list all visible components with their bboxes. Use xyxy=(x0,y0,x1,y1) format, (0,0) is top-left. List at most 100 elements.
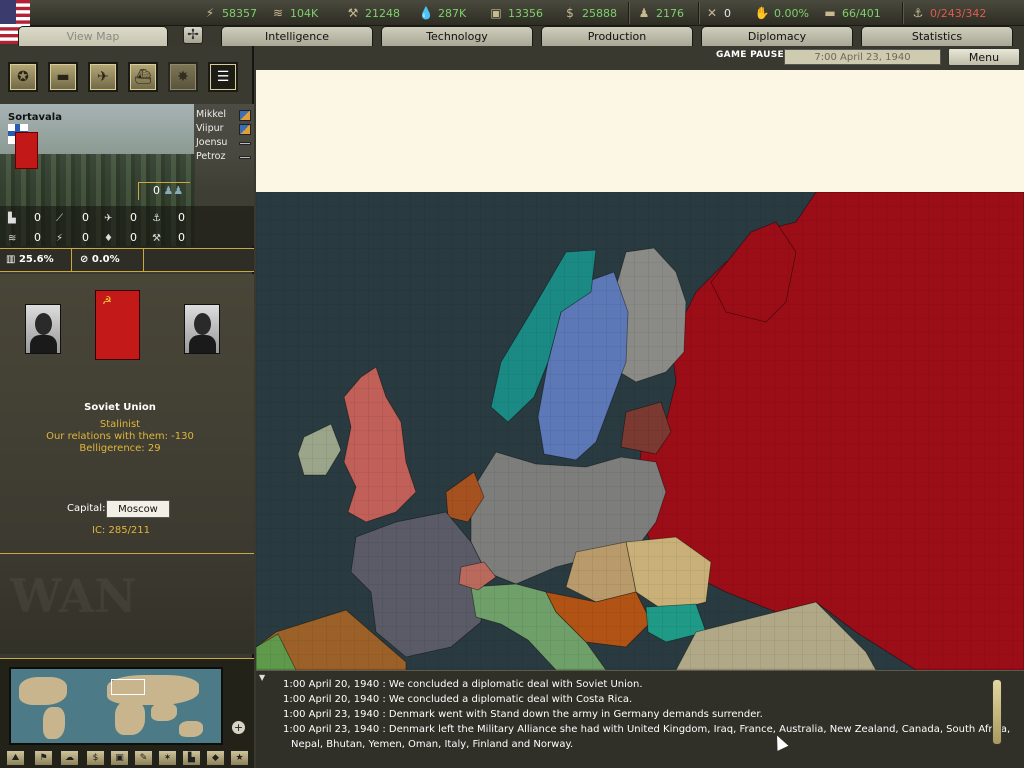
unit-list-button[interactable]: ☰ xyxy=(208,62,238,92)
minimap-panel: + − ⛰ ⚑ ☁ $ ▣ ✎ ✶ ▙ ◆ ★ xyxy=(0,658,254,768)
plane-icon: ✈ xyxy=(97,69,109,85)
rare-materials-icon: ⚒ xyxy=(347,6,359,20)
resource-convoys[interactable]: ▬ 66/401 xyxy=(822,4,881,22)
log-entry: 1:00 April 20, 1940 : We concluded a dip… xyxy=(283,679,643,690)
country-ic: IC: 285/211 xyxy=(92,525,151,536)
list-icon: ☰ xyxy=(216,69,230,85)
land-units-button[interactable]: ✪ xyxy=(8,62,38,92)
weather-mode-icon[interactable]: ☁ xyxy=(60,750,79,766)
resource-oil[interactable]: 💧 287K xyxy=(418,4,467,22)
industry-mode-icon[interactable]: ▙ xyxy=(182,750,201,766)
money-icon: $ xyxy=(566,6,574,20)
naval-units-button[interactable]: ⛴ xyxy=(128,62,158,92)
country-panel: ☭ Soviet Union Stalinist Our relations w… xyxy=(0,274,254,554)
resource-supplies[interactable]: ▣ 13356 xyxy=(488,4,543,22)
infrastructure-value: 25.6% xyxy=(18,254,54,265)
air-units-button[interactable]: ✈ xyxy=(88,62,118,92)
log-entry: 1:00 April 23, 1940 : Denmark went with … xyxy=(283,709,763,720)
resource-rare-materials[interactable]: ⚒ 21248 xyxy=(345,4,400,22)
resource-dissent[interactable]: ✋ 0.00% xyxy=(754,4,809,22)
minimap-land xyxy=(19,677,67,705)
partisan-mode-icon[interactable]: ✶ xyxy=(158,750,177,766)
star-icon: ✸ xyxy=(177,69,189,85)
main-tabs: View Map Intelligence Technology Product… xyxy=(0,26,1024,48)
log-scrollbar[interactable] xyxy=(992,679,1002,745)
supplies-icon: ▣ xyxy=(490,6,502,20)
unit-count-value: 0 xyxy=(153,184,160,197)
resource-value: 0 xyxy=(724,6,731,20)
tab-production[interactable]: Production xyxy=(541,26,693,46)
resource-metal[interactable]: ≋ 104K xyxy=(270,4,318,22)
country-ideology: Stalinist xyxy=(99,419,141,430)
capital-button[interactable]: Moscow xyxy=(106,500,170,518)
minimap-viewport[interactable] xyxy=(111,679,145,695)
neighbor-owner-icon xyxy=(239,156,251,159)
oil-value: 0 xyxy=(130,231,137,244)
minimap-land xyxy=(43,707,65,739)
resource-energy[interactable]: ⚡ 58357 xyxy=(202,4,257,22)
tab-intelligence[interactable]: Intelligence xyxy=(221,26,373,46)
resource-value: 66/401 xyxy=(842,6,881,20)
neighbor-owner-icon xyxy=(239,110,251,121)
supply-mode-icon[interactable]: ▣ xyxy=(110,750,129,766)
minimap[interactable] xyxy=(9,667,223,745)
log-collapse-icon[interactable]: ▼ xyxy=(259,673,265,682)
economy-mode-icon[interactable]: $ xyxy=(86,750,105,766)
neighbor-province[interactable]: Viipur xyxy=(196,123,224,134)
event-log: ▼ 1:00 April 20, 1940 : We concluded a d… xyxy=(256,670,1024,768)
resource-money[interactable]: $25888 xyxy=(562,4,617,22)
tab-diplomacy[interactable]: Diplomacy xyxy=(701,26,853,46)
dissent-icon: ✋ xyxy=(754,6,770,20)
resource-value: 58357 xyxy=(222,6,257,20)
airbase-value: 0 xyxy=(130,211,137,224)
troops-icon: ♟♟ xyxy=(163,184,184,197)
tab-view-map[interactable]: View Map xyxy=(18,26,168,48)
resource-value: 25888 xyxy=(582,6,617,20)
menu-button[interactable]: Menu xyxy=(948,48,1020,66)
resource-transports[interactable]: ✕ 0 xyxy=(704,4,731,22)
neighbor-province[interactable]: Petroz xyxy=(196,151,225,162)
status-bar: GAME PAUSED 7:00 April 23, 1940 Menu xyxy=(254,47,1024,67)
province-unit-count[interactable]: 0 ♟♟ xyxy=(138,182,190,200)
infrastructure-icon: ▥ xyxy=(6,254,16,265)
terrain-mode-icon[interactable]: ⛰ xyxy=(6,750,25,766)
map-mode-toggle-button[interactable]: ✢ xyxy=(183,26,203,44)
tab-technology[interactable]: Technology xyxy=(381,26,533,46)
resource-manpower[interactable]: ♟ 2176 xyxy=(636,4,684,22)
oil-icon: 💧 xyxy=(418,6,434,20)
divider xyxy=(698,2,700,24)
victory-points-mode-icon[interactable]: ★ xyxy=(230,750,249,766)
unit-type-bar: ✪ ▬ ✈ ⛴ ✸ ☰ xyxy=(0,58,254,94)
neighbor-province[interactable]: Mikkel xyxy=(196,109,226,120)
resource-mode-icon[interactable]: ◆ xyxy=(206,750,225,766)
manpower-icon: ♟ xyxy=(638,6,650,20)
port-value: 0 xyxy=(178,211,185,224)
minimap-land xyxy=(151,703,177,721)
diplomacy-mode-icon[interactable]: ✎ xyxy=(134,750,153,766)
armor-units-button[interactable]: ▬ xyxy=(48,62,78,92)
resource-bar: ⚡ 58357 ≋ 104K ⚒ 21248 💧 287K ▣ 13356 $25888 ♟ 2176 ✕… xyxy=(0,0,1024,44)
factory-icon: ▙ xyxy=(8,213,16,224)
europe-map[interactable] xyxy=(256,192,1024,670)
head-of-government-portrait[interactable] xyxy=(184,304,220,354)
game-window: ⚡ 58357 ≋ 104K ⚒ 21248 💧 287K ▣ 13356 $25888 ♟ 2176 ✕… xyxy=(0,0,1024,768)
world-map[interactable] xyxy=(256,70,1024,670)
convoys-icon: ▬ xyxy=(824,6,836,20)
minimap-land xyxy=(179,721,203,737)
log-entry: 1:00 April 20, 1940 : We concluded a dip… xyxy=(283,694,633,705)
divider xyxy=(628,2,630,24)
neighbor-province[interactable]: Joensu xyxy=(196,137,227,148)
zoom-in-button[interactable]: + xyxy=(231,720,246,735)
game-date: 7:00 April 23, 1940 xyxy=(784,49,941,65)
aa-value: 0 xyxy=(82,211,89,224)
build-button[interactable]: ✸ xyxy=(168,62,198,92)
ship-icon: ⛴ xyxy=(134,69,152,85)
anti-air-icon: ⟋ xyxy=(56,213,63,224)
minimap-land xyxy=(115,701,145,735)
political-mode-icon[interactable]: ⚑ xyxy=(34,750,53,766)
country-flag[interactable]: ☭ xyxy=(95,290,140,360)
tab-statistics[interactable]: Statistics xyxy=(861,26,1013,46)
resource-escorts[interactable]: ⚓ 0/243/342 xyxy=(910,4,987,22)
resource-value: 13356 xyxy=(508,6,543,20)
head-of-state-portrait[interactable] xyxy=(25,304,61,354)
